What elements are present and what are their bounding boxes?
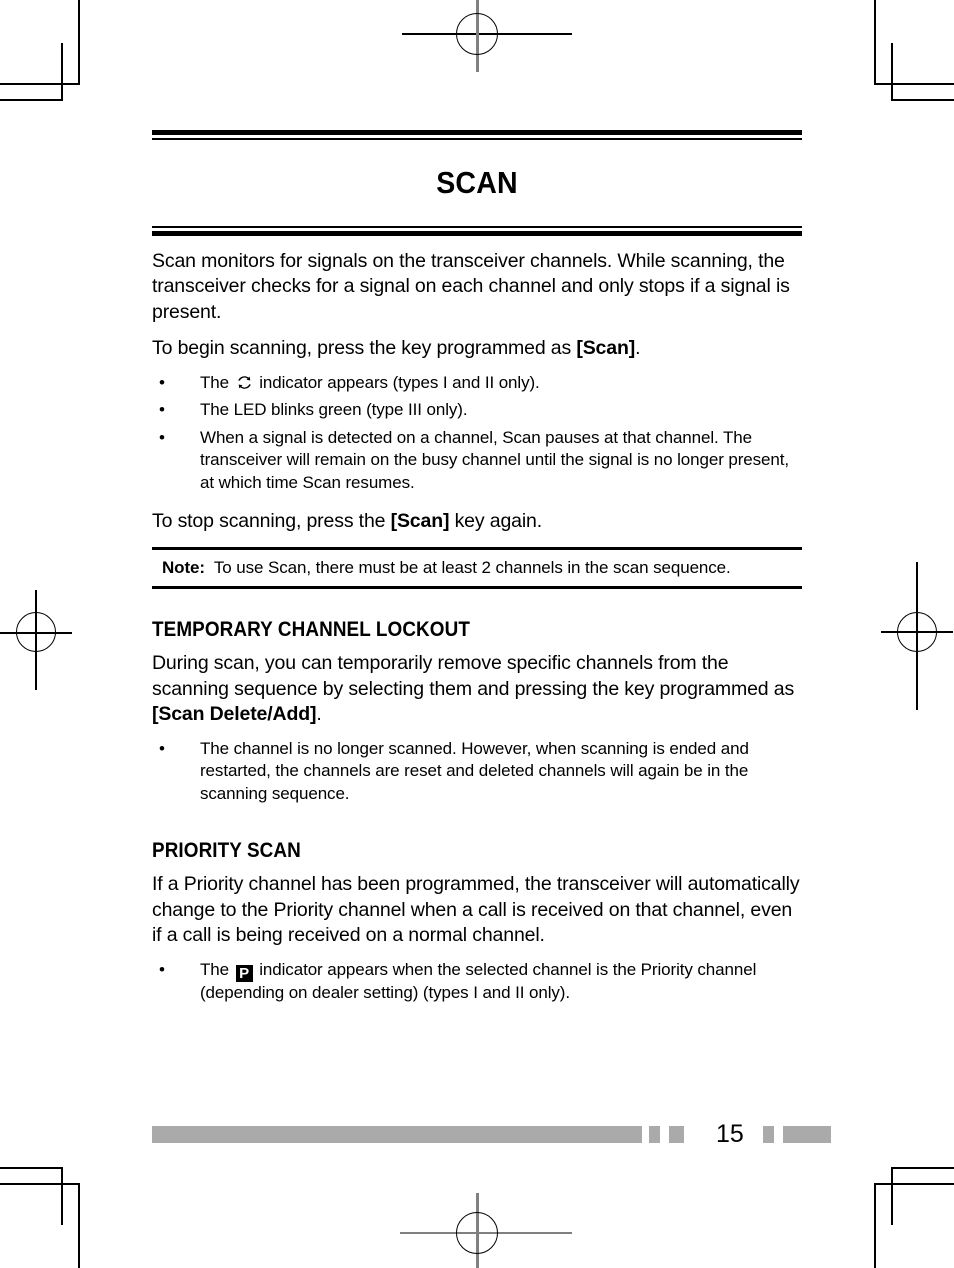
footer-bar-square-1 (649, 1126, 660, 1143)
crop-mark-top-right-horizontal-long (874, 83, 954, 85)
crop-mark-top-left-horizontal-long (0, 83, 80, 85)
bullet-dot-icon: • (159, 400, 165, 420)
note-label: Note: (162, 558, 205, 577)
crop-mark-top-right-vertical-long (874, 0, 876, 85)
bullet-dot-icon: • (159, 427, 165, 447)
lockout-bullet-list: • The channel is no longer scanned. Howev… (152, 738, 802, 806)
footer-bar-square-2 (669, 1126, 684, 1143)
bullet-text-after-icon: indicator appears (types I and II only). (254, 372, 540, 392)
footer-bar-long (152, 1126, 642, 1143)
scan-delete-add-key-label: [Scan Delete/Add] (152, 703, 317, 726)
priority-paragraph: If a Priority channel has been programme… (152, 873, 800, 947)
chapter-rule-top-thin (152, 138, 802, 140)
registration-mark-left-circle (16, 612, 56, 652)
bullet-dot-icon: • (159, 960, 165, 980)
crop-mark-top-right-horizontal-short (891, 99, 954, 101)
bullet-text-after-icon: indicator appears when the selected chan… (200, 960, 757, 1003)
page-title: SCAN (436, 164, 518, 200)
crop-mark-top-left-vertical-long (78, 0, 80, 85)
bullet-dot-icon: • (159, 738, 165, 758)
scan-key-label: [Scan] (576, 337, 636, 360)
crop-mark-bottom-right-vertical-long (874, 1183, 876, 1268)
scan-key-label: [Scan] (390, 510, 450, 533)
scan-loop-icon (236, 374, 253, 391)
chapter-heading-block: SCAN (152, 0, 802, 236)
note-box: Note: To use Scan, there must be at leas… (152, 547, 802, 589)
list-item: • When a signal is detected on a channel,… (152, 427, 802, 495)
list-item: • The channel is no longer scanned. Howev… (152, 738, 802, 806)
bullet-text: When a signal is detected on a channel, … (200, 427, 790, 492)
bullet-dot-icon: • (159, 372, 165, 392)
intro-paragraph-3-prefix: To stop scanning, press the (152, 510, 391, 533)
note-block: Note: To use Scan, there must be at leas… (162, 558, 731, 577)
crop-mark-bottom-left-vertical-short (61, 1167, 63, 1225)
crop-mark-bottom-left-horizontal-short (0, 1167, 63, 1169)
footer-bar-square-3 (763, 1126, 774, 1143)
priority-bullet-list: • The P indicator appears when the select… (152, 959, 802, 1005)
bullet-text-before-icon: The (200, 372, 234, 392)
crop-mark-top-right-vertical-short (891, 43, 893, 101)
bullet-text: The LED blinks green (type III only). (200, 400, 468, 420)
bullet-text: The channel is no longer scanned. Howeve… (200, 738, 749, 803)
intro-paragraph-1: Scan monitors for signals on the transce… (152, 249, 790, 323)
registration-mark-right-circle (897, 612, 937, 652)
intro-paragraph-2: To begin scanning, press the key program… (152, 336, 802, 362)
section-heading-temporary-channel-lockout: TEMPORARY CHANNEL LOCKOUT (152, 618, 470, 641)
note-text: To use Scan, there must be at least 2 ch… (213, 558, 731, 577)
crop-mark-bottom-right-horizontal-long (874, 1183, 954, 1185)
intro-paragraph-2-prefix: To begin scanning, press the key program… (152, 337, 577, 360)
scan-bullet-list: • The indicator appears (types I and II o… (152, 372, 802, 495)
crop-mark-top-left-horizontal-short (0, 99, 63, 101)
crop-mark-top-left-vertical-short (61, 43, 63, 101)
list-item: • The P indicator appears when the select… (152, 959, 802, 1005)
intro-paragraph-2-suffix: . (635, 337, 641, 360)
crop-mark-bottom-right-vertical-short (891, 1167, 893, 1225)
priority-p-icon: P (235, 965, 253, 983)
list-item: • The indicator appears (types I and II o… (152, 372, 802, 395)
lockout-paragraph-prefix: During scan, you can temporarily remove … (152, 652, 795, 700)
section-heading-priority-scan: PRIORITY SCAN (152, 839, 301, 863)
bullet-text-before-icon: The (200, 960, 234, 980)
footer-bar-short (783, 1126, 831, 1143)
lockout-paragraph: During scan, you can temporarily remove … (152, 651, 802, 728)
page-content: SCAN Scan monitors for signals on the tr… (152, 0, 802, 1268)
crop-mark-bottom-left-horizontal-long (0, 1183, 80, 1185)
intro-paragraph-3-suffix: key again. (449, 510, 543, 533)
crop-mark-bottom-right-horizontal-short (891, 1167, 954, 1169)
page-footer: 15 (152, 1122, 831, 1148)
page-number: 15 (716, 1120, 744, 1148)
crop-mark-bottom-left-vertical-long (78, 1183, 80, 1268)
lockout-paragraph-suffix: . (316, 703, 322, 726)
list-item: • The LED blinks green (type III only). (152, 399, 802, 422)
intro-paragraph-3: To stop scanning, press the [Scan] key a… (152, 509, 802, 535)
